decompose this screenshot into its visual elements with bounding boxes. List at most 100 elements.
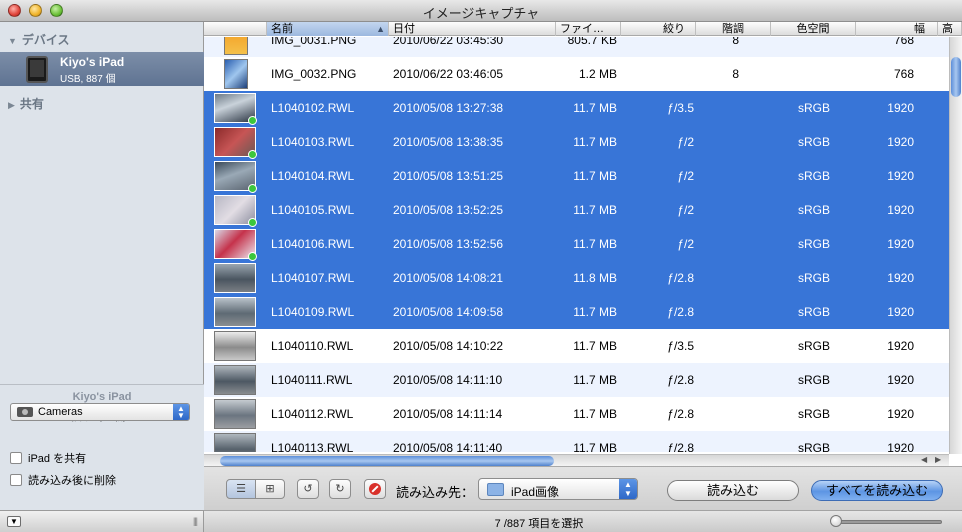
list-view-button[interactable]: ☰ [226, 479, 256, 499]
file-size: 1.2 MB [578, 67, 617, 81]
thumbnail-size-slider-knob[interactable] [830, 515, 842, 527]
delete-icon [369, 483, 381, 495]
file-colorspace: sRGB [797, 203, 830, 217]
file-name: L1040104.RWL [271, 169, 355, 183]
import-to-label: 読み込み先： [396, 485, 475, 500]
list-view-icon: ☰ [236, 483, 246, 495]
file-colorspace: sRGB [797, 339, 830, 353]
status-bar: 7 /887 項目を選択 [204, 510, 962, 532]
col-size-header[interactable]: ファイ… [556, 22, 621, 36]
file-date: 2010/05/08 14:09:58 [393, 305, 504, 319]
file-aperture: ƒ/2.8 [667, 441, 694, 452]
table-row[interactable]: L1040112.RWL 2010/05/08 14:11:14 11.7 MB ƒ/… [204, 397, 949, 431]
delete-after-import-checkbox[interactable] [10, 474, 22, 486]
shared-section-header[interactable]: ▶ 共有 [8, 95, 44, 112]
file-width: 1920 [887, 271, 914, 285]
popup-arrows-icon: ▲ ▼ [619, 479, 637, 499]
thumbnail-image [214, 399, 256, 429]
file-depth: 8 [732, 67, 739, 81]
vertical-scroll-thumb[interactable] [951, 57, 961, 97]
file-date: 2010/05/08 13:38:35 [393, 135, 504, 149]
col-colorspace-header[interactable]: 色空間 [771, 22, 856, 36]
file-name: L1040105.RWL [271, 203, 355, 217]
col-depth-header[interactable]: 階調 [696, 22, 771, 36]
devices-section-header[interactable]: ▼ デバイス [8, 31, 70, 48]
file-date: 2010/05/08 14:10:22 [393, 339, 504, 353]
rotate-right-button[interactable]: ↻ [329, 479, 351, 499]
imported-check-icon [248, 252, 257, 261]
open-app-value: Cameras [38, 406, 83, 418]
file-aperture: ƒ/3.5 [667, 101, 694, 115]
file-width: 1920 [887, 203, 914, 217]
file-width: 768 [893, 67, 914, 81]
file-name: L1040112.RWL [271, 407, 354, 421]
table-row[interactable]: L1040113.RWL 2010/05/08 14:11:40 11.7 MB ƒ/… [204, 431, 949, 452]
resize-grip-icon[interactable]: ||| [193, 516, 198, 526]
imported-check-icon [248, 184, 257, 193]
table-row[interactable]: L1040103.RWL 2010/05/08 13:38:35 11.7 MB ƒ/… [204, 125, 949, 159]
rotate-left-icon: ↺ [303, 483, 313, 495]
open-app-popup[interactable]: Cameras ▲ ▼ [10, 403, 190, 421]
table-row[interactable]: L1040110.RWL 2010/05/08 14:10:22 11.7 MB ƒ/… [204, 329, 949, 363]
thumbnail-image [214, 433, 256, 452]
horizontal-scrollbar[interactable]: ◀ ▶ [204, 454, 949, 466]
file-size: 805.7 KB [567, 37, 617, 47]
file-name: L1040107.RWL [271, 271, 355, 285]
delete-button[interactable] [364, 479, 386, 499]
thumbnail-image [214, 365, 256, 395]
table-row[interactable]: L1040111.RWL 2010/05/08 14:11:10 11.7 MB ƒ/… [204, 363, 949, 397]
file-size: 11.7 MB [573, 203, 617, 217]
sidebar-footer: ▼ ||| [0, 510, 204, 532]
file-colorspace: sRGB [797, 305, 830, 319]
import-destination-value: iPad画像 [511, 485, 560, 499]
table-row[interactable]: L1040105.RWL 2010/05/08 13:52:25 11.7 MB ƒ/… [204, 193, 949, 227]
scroll-left-icon[interactable]: ◀ [921, 455, 927, 464]
import-button[interactable]: 読み込む [667, 480, 799, 501]
file-aperture: ƒ/2 [677, 169, 694, 183]
col-name-header[interactable]: 名前 ▲ [267, 22, 389, 36]
file-date: 2010/05/08 13:52:25 [393, 203, 504, 217]
table-row[interactable]: L1040102.RWL 2010/05/08 13:27:38 11.7 MB ƒ/… [204, 91, 949, 125]
file-size: 11.7 MB [573, 441, 617, 452]
popup-arrows-icon: ▲ ▼ [173, 404, 189, 420]
file-width: 1920 [887, 407, 914, 421]
file-aperture: ƒ/2.8 [667, 271, 694, 285]
share-ipad-checkbox[interactable] [10, 452, 22, 464]
import-all-button[interactable]: すべてを読み込む [811, 480, 943, 501]
col-aperture-header[interactable]: 絞り [621, 22, 696, 36]
delete-after-import-option[interactable]: 読み込み後に削除 [10, 472, 116, 488]
file-name: L1040110.RWL [271, 339, 354, 353]
file-width: 1920 [887, 373, 914, 387]
file-date: 2010/05/08 14:11:14 [393, 407, 503, 421]
col-date-header[interactable]: 日付 [389, 22, 556, 36]
col-thumb-header[interactable] [204, 22, 267, 36]
icon-view-button[interactable]: ⊞ [255, 479, 285, 499]
horizontal-scroll-thumb[interactable] [220, 456, 554, 466]
table-row[interactable]: L1040109.RWL 2010/05/08 14:09:58 11.7 MB ƒ/… [204, 295, 949, 329]
share-ipad-option[interactable]: iPad を共有 [10, 450, 86, 466]
sidebar: ▼ デバイス Kiyo's iPad USB, 887 個 ▶ 共有 Kiyo's … [0, 22, 204, 510]
file-colorspace: sRGB [797, 441, 830, 452]
thumbnail-size-slider[interactable] [834, 520, 942, 524]
rotate-left-button[interactable]: ↺ [297, 479, 319, 499]
table-row[interactable]: L1040107.RWL 2010/05/08 14:08:21 11.8 MB ƒ/… [204, 261, 949, 295]
thumbnail-image [224, 59, 248, 89]
table-row[interactable]: L1040104.RWL 2010/05/08 13:51:25 11.7 MB ƒ/… [204, 159, 949, 193]
file-colorspace: sRGB [797, 271, 830, 285]
sidebar-item-device[interactable]: Kiyo's iPad USB, 887 個 [0, 52, 204, 86]
scroll-right-icon[interactable]: ▶ [935, 455, 941, 464]
col-width-header[interactable]: 幅 [856, 22, 938, 36]
table-row[interactable]: IMG_0031.PNG 2010/06/22 03:45:30 805.7 KB 8… [204, 37, 949, 57]
import-destination-popup[interactable]: iPad画像 ▲ ▼ [478, 478, 638, 500]
file-aperture: ƒ/2.8 [667, 305, 694, 319]
sidebar-action-menu-button[interactable]: ▼ [7, 516, 21, 527]
vertical-scrollbar[interactable] [949, 37, 962, 454]
file-width: 1920 [887, 237, 914, 251]
file-list: 名前 ▲ 日付 ファイ… 絞り 階調 色空間 幅 高 IMG_0031.PNG 2… [204, 22, 962, 466]
table-row[interactable]: L1040106.RWL 2010/05/08 13:52:56 11.7 MB ƒ/… [204, 227, 949, 261]
table-row[interactable]: IMG_0032.PNG 2010/06/22 03:46:05 1.2 MB 8 76… [204, 57, 949, 91]
table-rows: IMG_0031.PNG 2010/06/22 03:45:30 805.7 KB 8… [204, 37, 949, 452]
file-date: 2010/05/08 14:08:21 [393, 271, 504, 285]
col-height-header[interactable]: 高 [938, 22, 962, 36]
file-size: 11.7 MB [573, 135, 617, 149]
